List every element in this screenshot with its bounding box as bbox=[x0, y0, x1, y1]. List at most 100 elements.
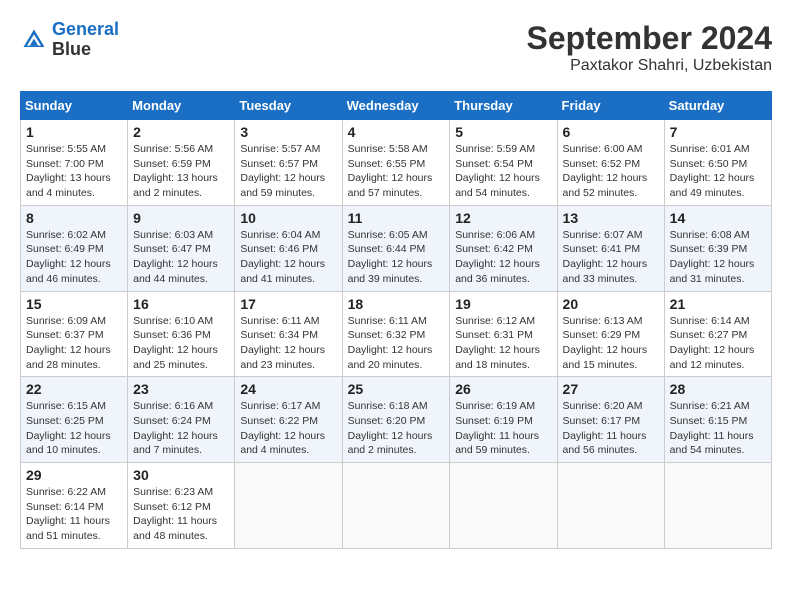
day-number: 5 bbox=[455, 124, 551, 140]
day-info: Sunrise: 5:55 AM Sunset: 7:00 PM Dayligh… bbox=[26, 142, 122, 201]
day-info: Sunrise: 6:13 AM Sunset: 6:29 PM Dayligh… bbox=[563, 314, 659, 373]
empty-cell bbox=[450, 463, 557, 549]
day-number: 4 bbox=[348, 124, 445, 140]
calendar-day: 27 Sunrise: 6:20 AM Sunset: 6:17 PM Dayl… bbox=[557, 377, 664, 463]
day-number: 16 bbox=[133, 296, 229, 312]
day-number: 26 bbox=[455, 381, 551, 397]
calendar-day: 28 Sunrise: 6:21 AM Sunset: 6:15 PM Dayl… bbox=[664, 377, 771, 463]
day-info: Sunrise: 5:57 AM Sunset: 6:57 PM Dayligh… bbox=[240, 142, 336, 201]
day-info: Sunrise: 6:15 AM Sunset: 6:25 PM Dayligh… bbox=[26, 399, 122, 458]
day-number: 19 bbox=[455, 296, 551, 312]
calendar-day: 9 Sunrise: 6:03 AM Sunset: 6:47 PM Dayli… bbox=[128, 205, 235, 291]
calendar-day: 22 Sunrise: 6:15 AM Sunset: 6:25 PM Dayl… bbox=[21, 377, 128, 463]
calendar-day: 30 Sunrise: 6:23 AM Sunset: 6:12 PM Dayl… bbox=[128, 463, 235, 549]
calendar-table: Sunday Monday Tuesday Wednesday Thursday… bbox=[20, 91, 772, 549]
day-info: Sunrise: 6:14 AM Sunset: 6:27 PM Dayligh… bbox=[670, 314, 766, 373]
calendar-day: 10 Sunrise: 6:04 AM Sunset: 6:46 PM Dayl… bbox=[235, 205, 342, 291]
header-sunday: Sunday bbox=[21, 92, 128, 120]
day-info: Sunrise: 6:11 AM Sunset: 6:34 PM Dayligh… bbox=[240, 314, 336, 373]
calendar-day: 4 Sunrise: 5:58 AM Sunset: 6:55 PM Dayli… bbox=[342, 120, 450, 206]
day-number: 6 bbox=[563, 124, 659, 140]
calendar-day: 25 Sunrise: 6:18 AM Sunset: 6:20 PM Dayl… bbox=[342, 377, 450, 463]
calendar-day: 3 Sunrise: 5:57 AM Sunset: 6:57 PM Dayli… bbox=[235, 120, 342, 206]
empty-cell bbox=[342, 463, 450, 549]
day-info: Sunrise: 6:00 AM Sunset: 6:52 PM Dayligh… bbox=[563, 142, 659, 201]
logo-icon bbox=[20, 26, 48, 54]
day-info: Sunrise: 5:56 AM Sunset: 6:59 PM Dayligh… bbox=[133, 142, 229, 201]
calendar-day: 17 Sunrise: 6:11 AM Sunset: 6:34 PM Dayl… bbox=[235, 291, 342, 377]
day-info: Sunrise: 6:02 AM Sunset: 6:49 PM Dayligh… bbox=[26, 228, 122, 287]
header-monday: Monday bbox=[128, 92, 235, 120]
day-info: Sunrise: 6:07 AM Sunset: 6:41 PM Dayligh… bbox=[563, 228, 659, 287]
day-number: 1 bbox=[26, 124, 122, 140]
day-info: Sunrise: 6:20 AM Sunset: 6:17 PM Dayligh… bbox=[563, 399, 659, 458]
day-number: 12 bbox=[455, 210, 551, 226]
calendar-day: 7 Sunrise: 6:01 AM Sunset: 6:50 PM Dayli… bbox=[664, 120, 771, 206]
calendar-day: 20 Sunrise: 6:13 AM Sunset: 6:29 PM Dayl… bbox=[557, 291, 664, 377]
calendar-day: 15 Sunrise: 6:09 AM Sunset: 6:37 PM Dayl… bbox=[21, 291, 128, 377]
day-info: Sunrise: 6:22 AM Sunset: 6:14 PM Dayligh… bbox=[26, 485, 122, 544]
day-number: 13 bbox=[563, 210, 659, 226]
calendar-day: 14 Sunrise: 6:08 AM Sunset: 6:39 PM Dayl… bbox=[664, 205, 771, 291]
calendar-day: 23 Sunrise: 6:16 AM Sunset: 6:24 PM Dayl… bbox=[128, 377, 235, 463]
calendar-day: 21 Sunrise: 6:14 AM Sunset: 6:27 PM Dayl… bbox=[664, 291, 771, 377]
weekday-header-row: Sunday Monday Tuesday Wednesday Thursday… bbox=[21, 92, 772, 120]
calendar-row: 15 Sunrise: 6:09 AM Sunset: 6:37 PM Dayl… bbox=[21, 291, 772, 377]
day-number: 11 bbox=[348, 210, 445, 226]
day-number: 24 bbox=[240, 381, 336, 397]
calendar-day: 5 Sunrise: 5:59 AM Sunset: 6:54 PM Dayli… bbox=[450, 120, 557, 206]
calendar-day: 8 Sunrise: 6:02 AM Sunset: 6:49 PM Dayli… bbox=[21, 205, 128, 291]
day-info: Sunrise: 6:12 AM Sunset: 6:31 PM Dayligh… bbox=[455, 314, 551, 373]
day-info: Sunrise: 5:58 AM Sunset: 6:55 PM Dayligh… bbox=[348, 142, 445, 201]
calendar-row: 1 Sunrise: 5:55 AM Sunset: 7:00 PM Dayli… bbox=[21, 120, 772, 206]
day-info: Sunrise: 6:16 AM Sunset: 6:24 PM Dayligh… bbox=[133, 399, 229, 458]
day-number: 7 bbox=[670, 124, 766, 140]
calendar-day: 29 Sunrise: 6:22 AM Sunset: 6:14 PM Dayl… bbox=[21, 463, 128, 549]
calendar-day: 6 Sunrise: 6:00 AM Sunset: 6:52 PM Dayli… bbox=[557, 120, 664, 206]
logo: GeneralBlue bbox=[20, 20, 119, 60]
day-info: Sunrise: 6:09 AM Sunset: 6:37 PM Dayligh… bbox=[26, 314, 122, 373]
day-number: 17 bbox=[240, 296, 336, 312]
day-info: Sunrise: 6:17 AM Sunset: 6:22 PM Dayligh… bbox=[240, 399, 336, 458]
logo-text: GeneralBlue bbox=[52, 20, 119, 60]
day-number: 18 bbox=[348, 296, 445, 312]
calendar-day: 2 Sunrise: 5:56 AM Sunset: 6:59 PM Dayli… bbox=[128, 120, 235, 206]
day-number: 2 bbox=[133, 124, 229, 140]
day-info: Sunrise: 6:01 AM Sunset: 6:50 PM Dayligh… bbox=[670, 142, 766, 201]
header-thursday: Thursday bbox=[450, 92, 557, 120]
calendar-row: 8 Sunrise: 6:02 AM Sunset: 6:49 PM Dayli… bbox=[21, 205, 772, 291]
day-info: Sunrise: 5:59 AM Sunset: 6:54 PM Dayligh… bbox=[455, 142, 551, 201]
calendar-day: 26 Sunrise: 6:19 AM Sunset: 6:19 PM Dayl… bbox=[450, 377, 557, 463]
header-wednesday: Wednesday bbox=[342, 92, 450, 120]
empty-cell bbox=[557, 463, 664, 549]
header-saturday: Saturday bbox=[664, 92, 771, 120]
calendar-row: 22 Sunrise: 6:15 AM Sunset: 6:25 PM Dayl… bbox=[21, 377, 772, 463]
empty-cell bbox=[235, 463, 342, 549]
empty-cell bbox=[664, 463, 771, 549]
day-number: 29 bbox=[26, 467, 122, 483]
header-friday: Friday bbox=[557, 92, 664, 120]
page-header: GeneralBlue September 2024 Paxtakor Shah… bbox=[20, 20, 772, 75]
day-info: Sunrise: 6:06 AM Sunset: 6:42 PM Dayligh… bbox=[455, 228, 551, 287]
calendar-row: 29 Sunrise: 6:22 AM Sunset: 6:14 PM Dayl… bbox=[21, 463, 772, 549]
day-number: 14 bbox=[670, 210, 766, 226]
calendar-day: 13 Sunrise: 6:07 AM Sunset: 6:41 PM Dayl… bbox=[557, 205, 664, 291]
day-number: 25 bbox=[348, 381, 445, 397]
day-number: 8 bbox=[26, 210, 122, 226]
calendar-day: 24 Sunrise: 6:17 AM Sunset: 6:22 PM Dayl… bbox=[235, 377, 342, 463]
day-info: Sunrise: 6:08 AM Sunset: 6:39 PM Dayligh… bbox=[670, 228, 766, 287]
day-info: Sunrise: 6:10 AM Sunset: 6:36 PM Dayligh… bbox=[133, 314, 229, 373]
month-title: September 2024 bbox=[527, 20, 772, 57]
day-info: Sunrise: 6:03 AM Sunset: 6:47 PM Dayligh… bbox=[133, 228, 229, 287]
calendar-day: 19 Sunrise: 6:12 AM Sunset: 6:31 PM Dayl… bbox=[450, 291, 557, 377]
header-tuesday: Tuesday bbox=[235, 92, 342, 120]
calendar-day: 12 Sunrise: 6:06 AM Sunset: 6:42 PM Dayl… bbox=[450, 205, 557, 291]
day-info: Sunrise: 6:23 AM Sunset: 6:12 PM Dayligh… bbox=[133, 485, 229, 544]
day-number: 30 bbox=[133, 467, 229, 483]
day-info: Sunrise: 6:05 AM Sunset: 6:44 PM Dayligh… bbox=[348, 228, 445, 287]
day-info: Sunrise: 6:21 AM Sunset: 6:15 PM Dayligh… bbox=[670, 399, 766, 458]
day-number: 27 bbox=[563, 381, 659, 397]
calendar-day: 11 Sunrise: 6:05 AM Sunset: 6:44 PM Dayl… bbox=[342, 205, 450, 291]
day-info: Sunrise: 6:19 AM Sunset: 6:19 PM Dayligh… bbox=[455, 399, 551, 458]
title-block: September 2024 Paxtakor Shahri, Uzbekist… bbox=[527, 20, 772, 75]
